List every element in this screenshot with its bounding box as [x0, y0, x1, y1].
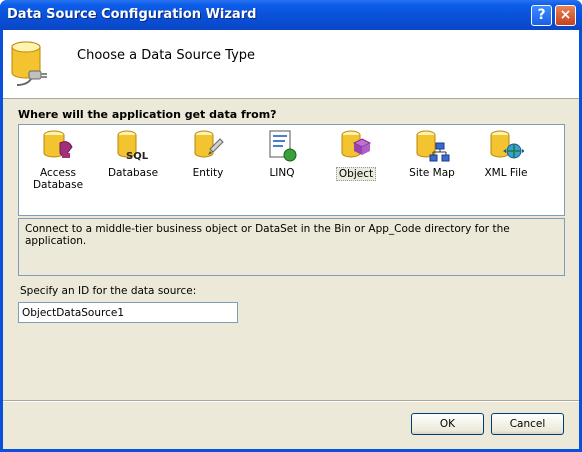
database-connect-icon	[11, 41, 47, 86]
page-title: Choose a Data Source Type	[77, 48, 256, 63]
type-label: Database	[107, 167, 159, 179]
type-xml-file[interactable]: XML File	[469, 129, 543, 209]
access-database-icon	[43, 130, 73, 158]
site-map-icon	[416, 130, 450, 162]
dialog-body: Choose a Data Source Type Where will the…	[3, 30, 579, 449]
ok-button[interactable]: OK	[411, 413, 484, 435]
type-label: Entity	[192, 167, 224, 179]
wizard-window: Data Source Configuration Wizard ? × Cho…	[0, 0, 582, 452]
entity-icon	[194, 130, 224, 158]
data-source-id-label: Specify an ID for the data source:	[20, 285, 197, 297]
type-entity[interactable]: Entity	[171, 129, 245, 209]
title-bar[interactable]: Data Source Configuration Wizard ? ×	[0, 0, 582, 30]
data-source-type-list[interactable]: Access Database SQL Database Entity LINQ…	[18, 124, 565, 216]
object-icon	[341, 130, 372, 158]
type-linq[interactable]: LINQ	[245, 129, 319, 209]
type-database[interactable]: SQL Database	[96, 129, 170, 209]
close-button[interactable]: ×	[555, 5, 576, 26]
data-source-id-input[interactable]	[18, 302, 238, 323]
svg-text:SQL: SQL	[126, 151, 149, 162]
type-label: Access Database	[32, 167, 84, 191]
xml-file-icon	[490, 130, 524, 159]
linq-icon	[269, 130, 297, 162]
help-button[interactable]: ?	[531, 5, 552, 26]
data-source-question: Where will the application get data from…	[18, 108, 277, 121]
type-label: Site Map	[409, 167, 455, 179]
footer-divider	[3, 400, 579, 402]
window-title: Data Source Configuration Wizard	[7, 7, 257, 22]
type-description: Connect to a middle-tier business object…	[18, 218, 565, 276]
type-object[interactable]: Object	[319, 129, 393, 209]
type-label: XML File	[484, 167, 528, 179]
cancel-button[interactable]: Cancel	[491, 413, 564, 435]
type-access-database[interactable]: Access Database	[21, 129, 95, 209]
type-site-map[interactable]: Site Map	[395, 129, 469, 209]
type-label: LINQ	[269, 167, 295, 179]
type-label: Object	[335, 167, 377, 181]
wizard-header: Choose a Data Source Type	[3, 30, 579, 99]
sql-database-icon: SQL	[117, 130, 149, 162]
